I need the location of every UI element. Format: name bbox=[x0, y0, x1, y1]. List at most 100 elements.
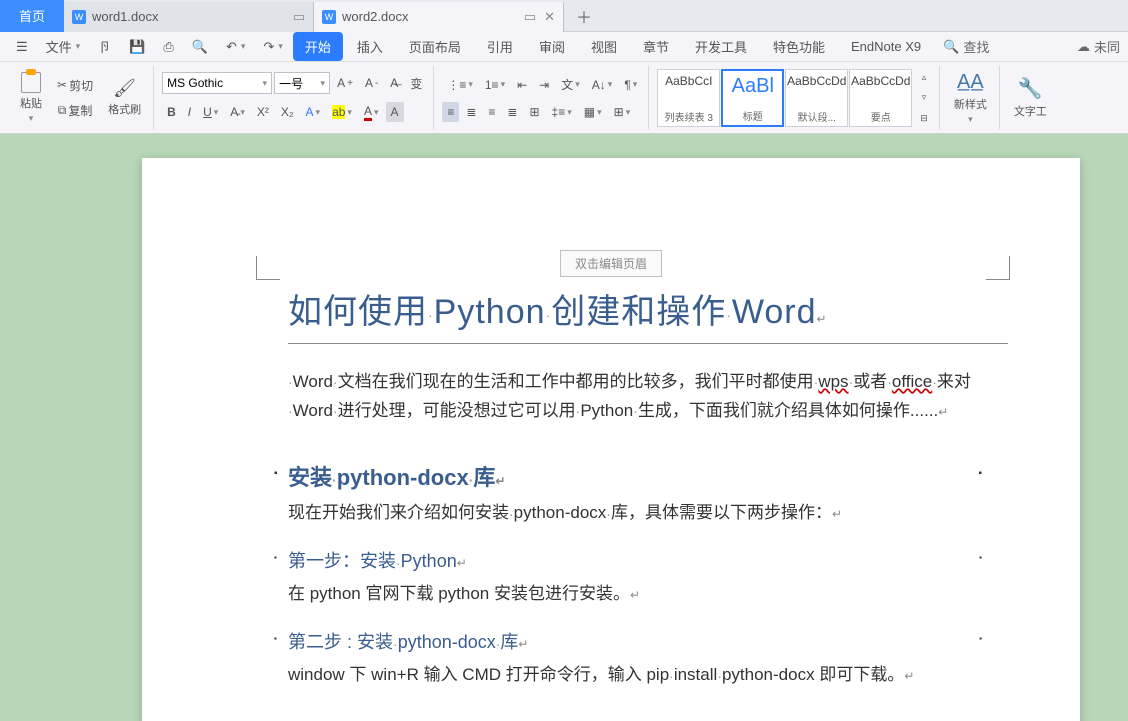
subscript-button[interactable]: X₂ bbox=[276, 102, 299, 122]
styles-expand-icon[interactable]: ⊟ bbox=[915, 110, 933, 127]
increase-indent-button[interactable]: ⇥ bbox=[534, 75, 554, 95]
styles-down-icon[interactable]: ▿ bbox=[917, 89, 932, 106]
doc-h3-1-text[interactable]: 在 python 官网下载 python 安装包进行安装。↵ bbox=[288, 579, 1008, 604]
cut-button[interactable]: ✂剪切 bbox=[52, 74, 98, 97]
copy-icon: ⧉ bbox=[58, 103, 67, 118]
scissors-icon: ✂ bbox=[57, 78, 67, 92]
tab-add-button[interactable]: ＋ bbox=[564, 4, 604, 28]
menu-bar: ☰ 文件▾ 卪 💾 ⎙ 🔍 ↶▾ ↷▾ 开始 插入 页面布局 引用 审阅 视图 … bbox=[0, 32, 1128, 62]
wrench-icon: 🔧 bbox=[1018, 76, 1043, 101]
menu-tab-start[interactable]: 开始 bbox=[293, 32, 343, 61]
word-doc-icon: W bbox=[322, 10, 336, 24]
menu-print-icon[interactable]: ⎙ bbox=[155, 35, 181, 59]
tab-window-icon[interactable]: ▭ bbox=[293, 9, 305, 25]
number-list-button[interactable]: 1≡▾ bbox=[480, 75, 510, 95]
style-item-2[interactable]: AaBbCcDd 默认段... bbox=[785, 69, 848, 127]
menu-undo[interactable]: ↶▾ bbox=[218, 35, 253, 59]
margin-crop-tr bbox=[986, 256, 1010, 280]
menu-preview-icon[interactable]: 🔍 bbox=[184, 35, 216, 59]
text-direction-button[interactable]: 文▾ bbox=[556, 73, 585, 96]
document-page: 双击编辑页眉 如何使用·Python·创建和操作·Word↵ ·Word·文档在… bbox=[142, 158, 1080, 721]
ribbon-newstyle-group: A̲A̲ 新样式▾ bbox=[942, 66, 1000, 129]
increase-font-button[interactable]: A+ bbox=[332, 73, 358, 93]
align-justify-button[interactable]: ≣ bbox=[502, 102, 522, 122]
menu-redo[interactable]: ↷▾ bbox=[255, 35, 290, 59]
menu-search[interactable]: 🔍 查找 bbox=[943, 37, 989, 56]
search-icon: 🔍 bbox=[943, 39, 959, 55]
highlight-button[interactable]: ab▾ bbox=[327, 102, 357, 122]
menu-file[interactable]: 文件▾ bbox=[38, 33, 89, 60]
new-style-icon: A̲A̲ bbox=[957, 71, 984, 94]
decrease-indent-button[interactable]: ⇤ bbox=[512, 75, 532, 95]
styles-up-icon[interactable]: ▵ bbox=[917, 69, 932, 86]
doc-paragraph-1[interactable]: ·Word·文档在我们现在的生活和工作中都用的比较多，我们平时都使用·wps·或… bbox=[288, 368, 1008, 426]
ribbon-font-group: MS Gothic▾ 一号▾ A+ A- A̶ 变 B I U▾ A̵▾ X² … bbox=[156, 66, 434, 129]
tab-close-icon[interactable]: ✕ bbox=[544, 9, 555, 25]
header-edit-hint[interactable]: 双击编辑页眉 bbox=[560, 250, 662, 277]
paste-button[interactable]: 粘贴▾ bbox=[14, 68, 48, 128]
tab-home[interactable]: 首页 bbox=[0, 0, 64, 32]
align-left-button[interactable]: ≡ bbox=[442, 102, 459, 122]
doc-heading-2-1[interactable]: 安装·python-docx·库↵ bbox=[288, 460, 1008, 492]
doc-heading-3-2[interactable]: 第二步 : 安装·python-docx·库↵ bbox=[288, 628, 1008, 654]
menu-tab-review[interactable]: 审阅 bbox=[527, 32, 577, 61]
superscript-button[interactable]: X² bbox=[252, 102, 274, 122]
style-item-3[interactable]: AaBbCcDd 要点 bbox=[849, 69, 912, 127]
menu-tab-feature[interactable]: 特色功能 bbox=[761, 32, 837, 61]
line-spacing-button[interactable]: ‡≡▾ bbox=[547, 102, 577, 122]
font-size-select[interactable]: 一号▾ bbox=[274, 72, 330, 94]
menu-sync[interactable]: ☁ 未同 bbox=[1077, 37, 1120, 56]
tab-window-icon[interactable]: ▭ bbox=[524, 9, 536, 25]
font-name-select[interactable]: MS Gothic▾ bbox=[162, 72, 272, 94]
menu-tab-endnote[interactable]: EndNote X9 bbox=[839, 34, 933, 59]
menu-tab-dev[interactable]: 开发工具 bbox=[683, 32, 759, 61]
menu-tab-section[interactable]: 章节 bbox=[631, 32, 681, 61]
ribbon-clipboard-group: 粘贴▾ ✂剪切 ⧉复制 🖌 格式刷 bbox=[8, 66, 154, 129]
borders-button[interactable]: ⊞▾ bbox=[609, 102, 636, 122]
style-item-1[interactable]: AaBl 标题 bbox=[721, 69, 784, 127]
menu-tab-insert[interactable]: 插入 bbox=[345, 32, 395, 61]
new-style-button[interactable]: A̲A̲ 新样式▾ bbox=[948, 68, 993, 128]
word-doc-icon: W bbox=[72, 10, 86, 24]
tab-doc-2[interactable]: W word2.docx ▭ ✕ bbox=[314, 2, 564, 32]
text-effects-button[interactable]: A▾ bbox=[301, 102, 326, 122]
paste-icon bbox=[21, 72, 41, 93]
format-painter-button[interactable]: 🖌 格式刷 bbox=[102, 68, 147, 128]
ribbon: 粘贴▾ ✂剪切 ⧉复制 🖌 格式刷 MS Gothic▾ 一号▾ A+ A- A… bbox=[0, 62, 1128, 134]
doc-h2-1-text[interactable]: 现在开始我们来介绍如何安装·python-docx·库，具体需要以下两步操作：↵ bbox=[288, 498, 1008, 523]
bullet-list-button[interactable]: ⋮≡▾ bbox=[442, 75, 478, 95]
menu-tab-reference[interactable]: 引用 bbox=[475, 32, 525, 61]
tab-doc-1[interactable]: W word1.docx ▭ bbox=[64, 2, 314, 32]
sort-button[interactable]: A↓▾ bbox=[587, 75, 618, 95]
format-painter-icon: 🖌 bbox=[113, 78, 136, 99]
margin-crop-tl bbox=[256, 256, 280, 280]
distribute-button[interactable]: ⊞ bbox=[524, 102, 544, 122]
show-marks-button[interactable]: ¶▾ bbox=[619, 75, 642, 95]
doc-heading-3-1[interactable]: 第一步：安装·Python↵ bbox=[288, 547, 1008, 573]
clear-format-button[interactable]: A̶ bbox=[385, 73, 403, 93]
italic-button[interactable]: I bbox=[183, 102, 196, 122]
cloud-icon: ☁ bbox=[1077, 39, 1090, 55]
strikethrough-button[interactable]: A̵▾ bbox=[225, 102, 250, 122]
menu-save-icon[interactable]: 💾 bbox=[121, 35, 153, 59]
menu-hamburger-icon[interactable]: ☰ bbox=[8, 35, 36, 59]
align-right-button[interactable]: ≡ bbox=[483, 102, 500, 122]
decrease-font-button[interactable]: A- bbox=[360, 73, 383, 93]
ribbon-texttool-group: 🔧 文字工 bbox=[1002, 66, 1059, 129]
underline-button[interactable]: U▾ bbox=[198, 102, 223, 122]
text-tool-button[interactable]: 🔧 文字工 bbox=[1008, 68, 1053, 128]
copy-button[interactable]: ⧉复制 bbox=[53, 99, 98, 122]
align-center-button[interactable]: ≣ bbox=[461, 102, 481, 122]
character-shading-button[interactable]: A bbox=[386, 102, 404, 122]
menu-tab-view[interactable]: 视图 bbox=[579, 32, 629, 61]
menu-dropdown-icon[interactable]: 卪 bbox=[90, 33, 119, 60]
phonetic-button[interactable]: 变 bbox=[405, 72, 427, 95]
shading-button[interactable]: ▦▾ bbox=[579, 102, 607, 122]
style-item-0[interactable]: AaBbCcI 列表续表 3 bbox=[657, 69, 720, 127]
font-color-button[interactable]: A▾ bbox=[359, 101, 384, 124]
tab-doc-2-label: word2.docx bbox=[342, 9, 408, 24]
document-canvas[interactable]: 双击编辑页眉 如何使用·Python·创建和操作·Word↵ ·Word·文档在… bbox=[0, 134, 1128, 721]
doc-h3-2-text[interactable]: window 下 win+R 输入 CMD 打开命令行，输入 pip·insta… bbox=[288, 660, 1008, 685]
menu-tab-layout[interactable]: 页面布局 bbox=[397, 32, 473, 61]
bold-button[interactable]: B bbox=[162, 102, 181, 122]
